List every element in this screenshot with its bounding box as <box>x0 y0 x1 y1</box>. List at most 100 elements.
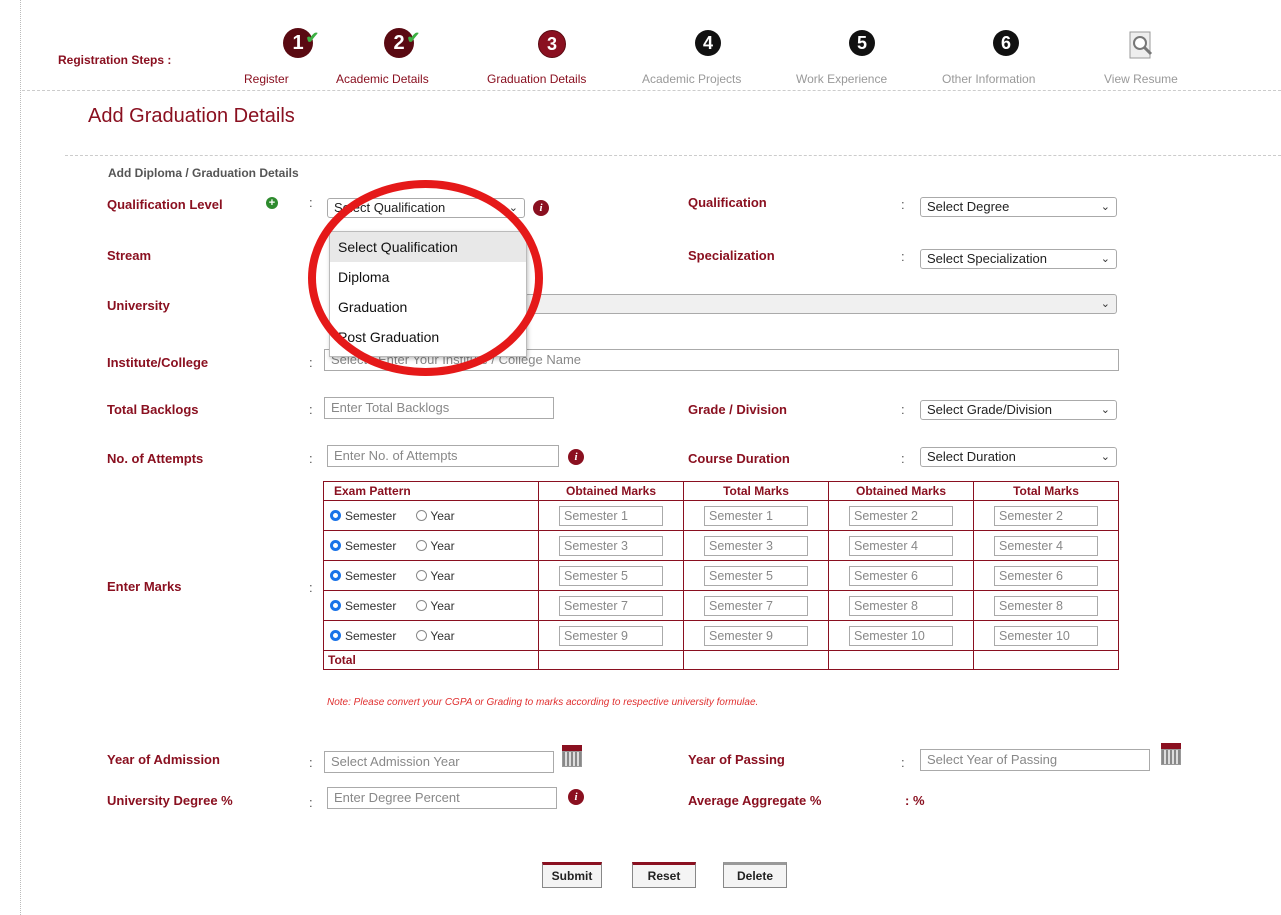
header-obtained-marks: Obtained Marks <box>828 481 974 501</box>
year-radio[interactable] <box>416 600 428 612</box>
marks-input[interactable]: Semester 3 <box>559 535 663 556</box>
step-label-work[interactable]: Work Experience <box>796 72 887 86</box>
grade-division-select[interactable]: Select Grade/Division ⌄ <box>920 400 1117 420</box>
qualification-select[interactable]: Select Degree ⌄ <box>920 197 1117 217</box>
year-radio[interactable] <box>416 510 428 522</box>
dropdown-option-select-qualification[interactable]: Select Qualification <box>330 232 526 262</box>
step-label-other[interactable]: Other Information <box>942 72 1035 86</box>
marks-cell: Semester 5 <box>538 560 684 591</box>
marks-input[interactable]: Semester 1 <box>704 505 808 526</box>
info-icon[interactable]: i <box>568 789 584 805</box>
submit-button[interactable]: Submit <box>542 862 602 888</box>
info-icon[interactable]: i <box>533 200 549 216</box>
add-icon[interactable]: + <box>266 197 278 209</box>
page-title: Add Graduation Details <box>88 105 295 127</box>
calendar-icon[interactable] <box>562 745 582 767</box>
marks-input[interactable]: Semester 6 <box>994 565 1098 586</box>
marks-input[interactable]: Semester 6 <box>849 565 953 586</box>
marks-input[interactable]: Semester 4 <box>849 535 953 556</box>
exam-pattern-cell: Semester Year <box>323 620 539 651</box>
table-row: Semester Year Semester 5 Semester 5 Semes… <box>323 560 1119 591</box>
delete-button[interactable]: Delete <box>723 862 787 888</box>
step-4-icon: 4 <box>695 30 721 56</box>
degree-percent-input[interactable]: Enter Degree Percent <box>327 787 557 809</box>
marks-cell: Semester 10 <box>973 620 1119 651</box>
step-projects[interactable]: 4 <box>693 28 723 56</box>
marks-cell: Semester 7 <box>538 590 684 621</box>
marks-input[interactable]: Semester 4 <box>994 535 1098 556</box>
marks-input[interactable]: Semester 5 <box>559 565 663 586</box>
step-academic[interactable]: 2 ✔ <box>384 28 420 58</box>
step-label-view-resume[interactable]: View Resume <box>1104 72 1178 86</box>
header-total-marks: Total Marks <box>683 481 829 501</box>
marks-input[interactable]: Semester 9 <box>704 625 808 646</box>
semester-radio[interactable] <box>330 600 341 612</box>
marks-cell: Semester 9 <box>538 620 684 651</box>
dropdown-option-graduation[interactable]: Graduation <box>330 292 526 322</box>
colon: : <box>309 795 313 810</box>
step-2-icon: 2 ✔ <box>384 28 420 58</box>
chevron-down-icon: ⌄ <box>1100 451 1110 463</box>
header-exam-pattern: Exam Pattern <box>323 481 539 501</box>
chevron-down-icon: ⌄ <box>508 202 518 214</box>
marks-input[interactable]: Semester 1 <box>559 505 663 526</box>
step-graduation[interactable]: 3 <box>537 28 567 58</box>
chevron-down-icon: ⌄ <box>1100 253 1110 265</box>
step-work[interactable]: 5 <box>847 28 877 56</box>
marks-input[interactable]: Semester 5 <box>704 565 808 586</box>
marks-input[interactable]: Semester 2 <box>994 505 1098 526</box>
step-3-icon: 3 <box>538 30 566 58</box>
marks-input[interactable]: Semester 7 <box>559 595 663 616</box>
total-cell <box>683 650 829 670</box>
marks-cell: Semester 2 <box>973 500 1119 531</box>
total-label: Total <box>323 650 539 670</box>
info-icon[interactable]: i <box>568 449 584 465</box>
total-backlogs-input[interactable]: Enter Total Backlogs <box>324 397 554 419</box>
dropdown-option-diploma[interactable]: Diploma <box>330 262 526 292</box>
year-passing-input[interactable]: Select Year of Passing <box>920 749 1150 771</box>
marks-input[interactable]: Semester 10 <box>994 625 1098 646</box>
marks-input[interactable]: Semester 3 <box>704 535 808 556</box>
check-icon: ✔ <box>305 30 319 47</box>
marks-input[interactable]: Semester 9 <box>559 625 663 646</box>
specialization-select[interactable]: Select Specialization ⌄ <box>920 249 1117 269</box>
semester-radio[interactable] <box>330 630 341 642</box>
dropdown-option-post-graduation[interactable]: Post Graduation <box>330 322 526 352</box>
marks-input[interactable]: Semester 10 <box>849 625 953 646</box>
marks-input[interactable]: Semester 2 <box>849 505 953 526</box>
year-radio[interactable] <box>416 630 428 642</box>
grade-division-label: Grade / Division <box>688 402 787 417</box>
step-label-graduation[interactable]: Graduation Details <box>487 72 586 86</box>
university-select[interactable]: ⌄ <box>525 294 1117 314</box>
semester-radio[interactable] <box>330 570 341 582</box>
divider <box>22 90 1281 91</box>
year-radio[interactable] <box>416 570 428 582</box>
year-admission-input[interactable]: Select Admission Year <box>324 751 554 773</box>
semester-radio[interactable] <box>330 510 341 522</box>
colon: : <box>309 580 313 595</box>
chevron-down-icon: ⌄ <box>1100 404 1110 416</box>
calendar-icon[interactable] <box>1161 743 1181 765</box>
qualification-level-select[interactable]: Select Qualification ⌄ <box>327 198 525 218</box>
marks-input[interactable]: Semester 7 <box>704 595 808 616</box>
step-label-academic[interactable]: Academic Details <box>336 72 429 86</box>
step-label-register[interactable]: Register <box>244 72 289 86</box>
semester-radio[interactable] <box>330 540 341 552</box>
marks-input[interactable]: Semester 8 <box>994 595 1098 616</box>
step-label-projects[interactable]: Academic Projects <box>642 72 741 86</box>
course-duration-select[interactable]: Select Duration ⌄ <box>920 447 1117 467</box>
attempts-label: No. of Attempts <box>107 451 204 466</box>
step-other[interactable]: 6 <box>991 28 1021 56</box>
reset-button[interactable]: Reset <box>632 862 696 888</box>
stream-label: Stream <box>107 248 152 263</box>
attempts-input[interactable]: Enter No. of Attempts <box>327 445 559 467</box>
marks-cell: Semester 7 <box>683 590 829 621</box>
exam-pattern-cell: Semester Year <box>323 530 539 561</box>
marks-input[interactable]: Semester 8 <box>849 595 953 616</box>
view-resume-icon[interactable] <box>1126 30 1156 60</box>
step-register[interactable]: 1 ✔ <box>283 28 319 58</box>
year-radio[interactable] <box>416 540 428 552</box>
total-backlogs-label: Total Backlogs <box>107 402 199 417</box>
year-passing-label: Year of Passing <box>688 752 785 767</box>
specialization-label: Specialization <box>688 248 775 263</box>
